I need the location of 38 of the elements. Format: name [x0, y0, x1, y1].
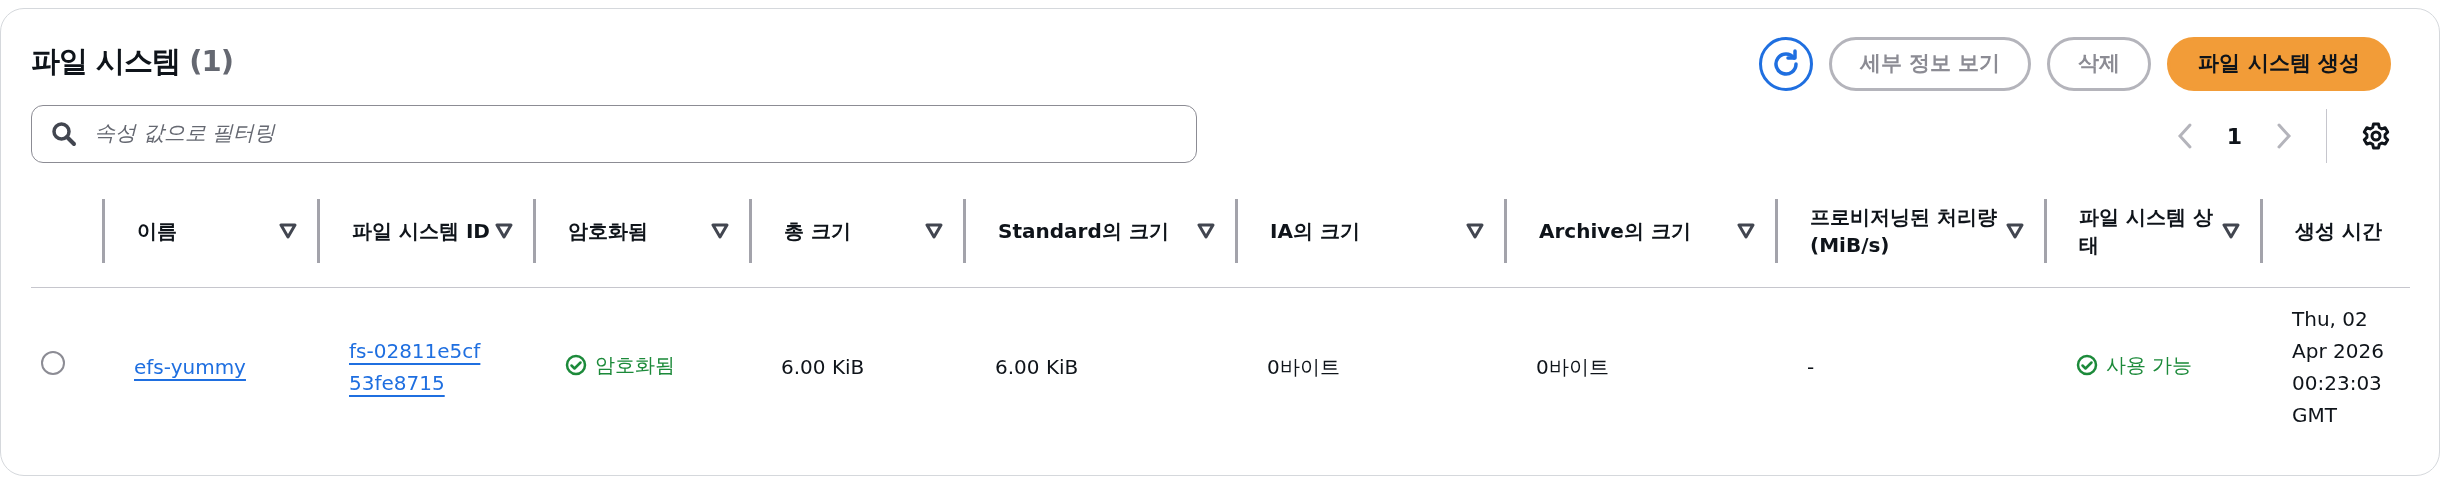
create-button[interactable]: 파일 시스템 생성 — [2167, 37, 2391, 91]
column-header[interactable]: 파일 시스템 상태 — [2079, 202, 2222, 259]
column-header[interactable]: 암호화됨 — [568, 216, 648, 245]
table-cell: 0바이트 — [1267, 355, 1340, 380]
status-text: 암호화됨 — [565, 349, 675, 382]
status-text: 사용 가능 — [2076, 349, 2193, 382]
sort-icon[interactable] — [925, 222, 943, 239]
sort-icon[interactable] — [495, 222, 513, 239]
check-circle-icon — [2076, 354, 2098, 377]
table-cell: 6.00 KiB — [995, 355, 1079, 380]
sort-icon[interactable] — [1466, 222, 1484, 239]
settings-icon[interactable] — [2361, 121, 2391, 151]
column-header[interactable]: 이름 — [137, 216, 177, 245]
sort-icon[interactable] — [711, 222, 729, 239]
table-cell: - — [1807, 355, 1815, 380]
table-cell: Thu, 02 Apr 2026 00:23:03 GMT — [2292, 307, 2384, 428]
column-header[interactable]: 총 크기 — [784, 216, 851, 245]
column-header[interactable]: 생성 시간 — [2295, 216, 2382, 245]
panel-title: 파일 시스템 (1) — [31, 43, 233, 81]
radio-button[interactable] — [41, 350, 65, 375]
sort-icon[interactable] — [2222, 222, 2240, 239]
link[interactable]: fs-02811e5cf53fe8715 — [349, 335, 493, 400]
filter-field[interactable]: 속성 값으로 필터링 — [31, 105, 1197, 163]
sort-icon[interactable] — [1737, 222, 1755, 239]
column-header[interactable]: IA의 크기 — [1270, 216, 1360, 245]
table-cell: 6.00 KiB — [781, 355, 865, 380]
column-header[interactable]: Standard의 크기 — [998, 216, 1169, 245]
table-cell: 0바이트 — [1536, 355, 1609, 380]
column-header[interactable]: Archive의 크기 — [1539, 216, 1691, 245]
sort-icon[interactable] — [2006, 222, 2024, 239]
check-circle-icon — [565, 354, 587, 377]
page-number[interactable]: 1 — [2226, 119, 2242, 153]
column-header[interactable]: 프로비저닝된 처리량(MiB/s) — [1810, 202, 2006, 259]
link[interactable]: efs-yummy — [134, 351, 246, 384]
sort-icon[interactable] — [1197, 222, 1215, 239]
sort-icon[interactable] — [279, 222, 297, 239]
column-header[interactable]: 파일 시스템 ID — [352, 216, 490, 245]
refresh-button[interactable] — [1758, 37, 1813, 91]
